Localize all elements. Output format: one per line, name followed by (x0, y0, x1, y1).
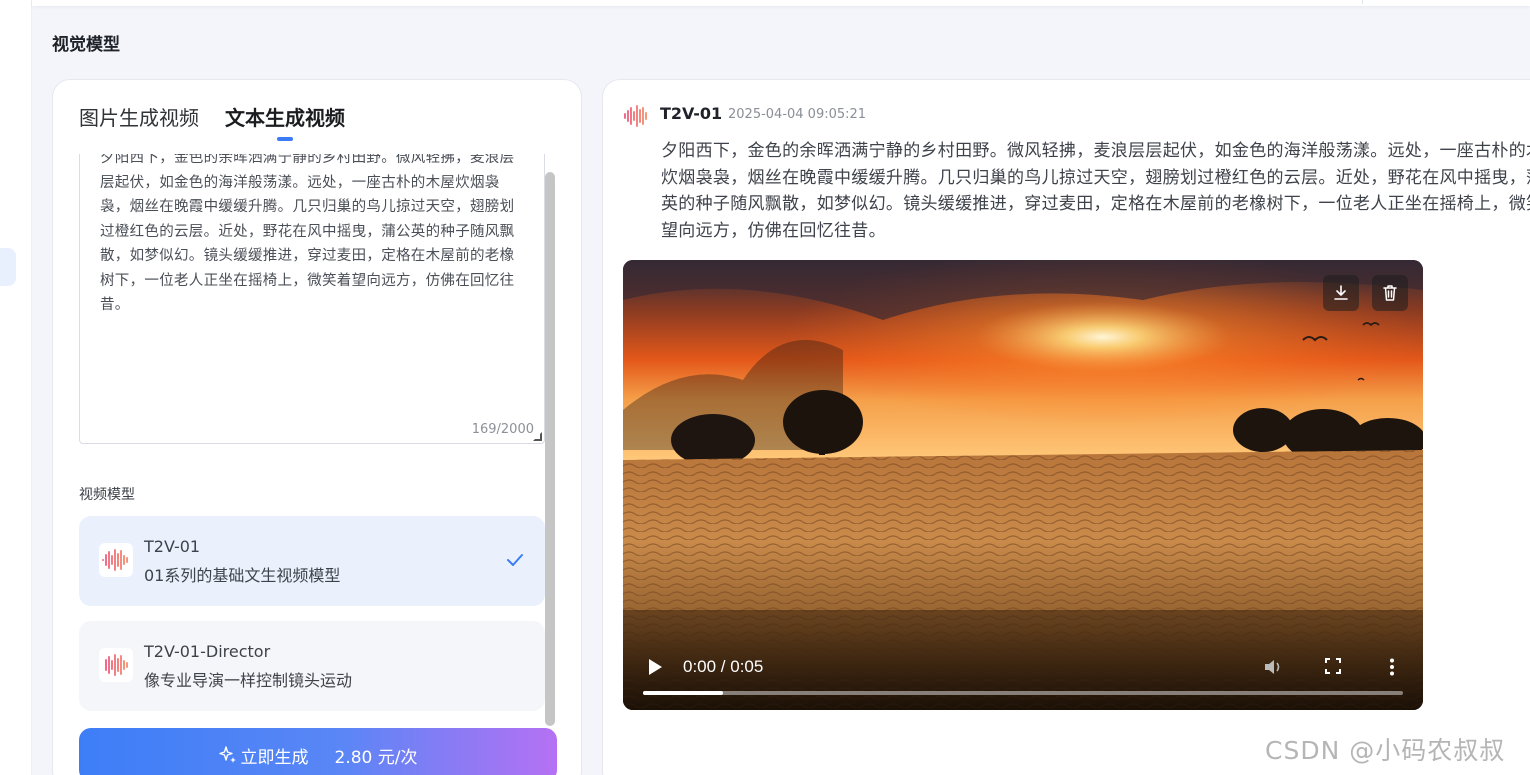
video-player[interactable]: 0:00 / 0:05 (623, 260, 1423, 710)
page-title: 视觉模型 (52, 35, 120, 55)
model-card-t2v-01[interactable]: T2V-01 01系列的基础文生视频模型 (79, 516, 545, 606)
video-controls: 0:00 / 0:05 (623, 620, 1423, 710)
check-icon (507, 554, 523, 566)
prompt-char-count: 169/2000 (471, 422, 534, 437)
volume-icon[interactable] (1263, 658, 1283, 676)
watermark: CSDN @小码农叔叔 (1265, 736, 1506, 765)
sparkle-icon (218, 746, 236, 763)
model-name: T2V-01-Director (144, 642, 271, 661)
video-time: 0:00 / 0:05 (683, 657, 764, 676)
resize-handle-icon[interactable] (533, 432, 542, 441)
prompt-text: 夕阳西下，金色的余晖洒满宁静的乡村田野。微风轻拂，麦浪层层起伏，如金色的海洋般荡… (100, 154, 515, 313)
model-section-label: 视频模型 (79, 487, 135, 503)
top-bar (32, 0, 1530, 6)
result-timestamp: 2025-04-04 09:05:21 (728, 107, 867, 122)
result-prompt-text: 夕阳西下，金色的余晖洒满宁静的乡村田野。微风轻拂，麦浪层层起伏，如金色的海洋般荡… (661, 141, 1530, 241)
trash-icon (1383, 285, 1397, 301)
topbar-divider (1362, 0, 1363, 4)
tab-image-to-video[interactable]: 图片生成视频 (79, 102, 199, 141)
mode-tabs: 图片生成视频 文本生成视频 (79, 102, 345, 141)
result-panel: T2V-01 2025-04-04 09:05:21 夕阳西下，金色的余晖洒满宁… (602, 79, 1530, 775)
waveform-icon (624, 105, 647, 127)
video-progress-fill (643, 691, 723, 695)
waveform-icon (99, 543, 133, 577)
more-options-icon[interactable] (1389, 658, 1395, 676)
generation-panel: 图片生成视频 文本生成视频 夕阳西下，金色的余晖洒满宁静的乡村田野。微风轻拂，麦… (52, 79, 582, 775)
generate-button[interactable]: 立即生成 2.80 元/次 (79, 728, 557, 775)
tab-text-to-video[interactable]: 文本生成视频 (225, 102, 345, 141)
rail-active-indicator[interactable] (0, 248, 16, 286)
download-icon (1334, 285, 1348, 300)
model-card-t2v-01-director[interactable]: T2V-01-Director 像专业导演一样控制镜头运动 (79, 621, 545, 711)
generate-price: 2.80 元/次 (334, 747, 418, 768)
video-progress-bar[interactable] (643, 691, 1403, 695)
play-icon[interactable] (647, 658, 663, 676)
model-description: 01系列的基础文生视频模型 (144, 566, 341, 585)
model-name: T2V-01 (144, 537, 201, 556)
scrollbar-thumb[interactable] (545, 172, 555, 726)
result-model-name: T2V-01 (660, 104, 723, 123)
delete-button[interactable] (1372, 275, 1408, 311)
prompt-textarea[interactable]: 夕阳西下，金色的余晖洒满宁静的乡村田野。微风轻拂，麦浪层层起伏，如金色的海洋般荡… (79, 154, 545, 444)
model-description: 像专业导演一样控制镜头运动 (144, 671, 353, 690)
generate-label: 立即生成 (240, 747, 309, 768)
waveform-icon (99, 648, 133, 682)
left-rail (0, 0, 32, 775)
panel-scrollbar[interactable] (543, 172, 557, 728)
download-button[interactable] (1323, 275, 1359, 311)
fullscreen-icon[interactable] (1325, 658, 1341, 674)
